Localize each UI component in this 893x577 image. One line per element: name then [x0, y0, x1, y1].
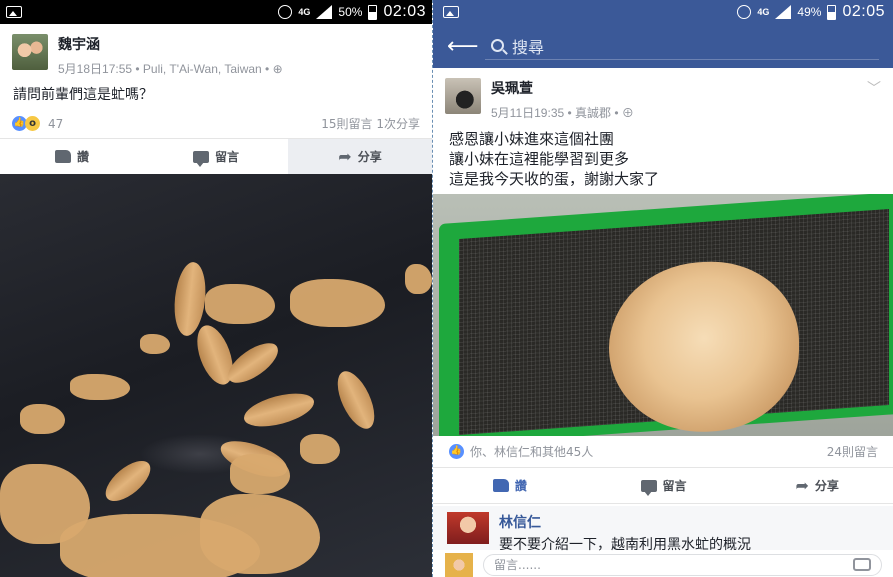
post-photo-eggs[interactable] — [433, 194, 893, 436]
post-meta: 5月18日17:55 • Puli, T'Ai-Wan, Taiwan • ⊕ — [58, 62, 283, 76]
share-label: 分享 — [814, 479, 839, 493]
post-header: 吳珮萱 5月11日19:35 • 真誠郡 • ⊕ ﹀ — [433, 68, 893, 125]
commenter-avatar[interactable] — [447, 512, 489, 544]
share-arrow-icon: ➦ — [338, 147, 352, 166]
comment-label: 留言 — [214, 150, 239, 164]
avatar[interactable] — [12, 34, 48, 70]
post-text: 請問前輩們這是虻嗎？ — [13, 87, 153, 103]
status-bar: 4G 50% 02:03 — [0, 0, 432, 24]
post-meta: 5月11日19:35 • 真誠郡 • ⊕ — [491, 106, 634, 120]
search-bar: ⟵ 搜尋 — [433, 24, 893, 68]
battery-icon — [827, 4, 837, 20]
debris — [205, 284, 275, 324]
comment-item: 林信仁 要不要介紹一下，越南利用黑水虻的概況 — [433, 506, 893, 553]
post-header: 魏宇涵 5月18日17:55 • Puli, T'Ai-Wan, Taiwan … — [0, 24, 432, 81]
share-button[interactable]: ➦ 分享 — [740, 468, 893, 503]
comments-shares-count[interactable]: 15則留言 1次分享 — [321, 115, 420, 132]
back-arrow-icon[interactable]: ⟵ — [447, 34, 479, 59]
larva — [240, 387, 318, 433]
like-reaction-icon[interactable]: 👍 — [449, 444, 464, 459]
share-arrow-icon: ➦ — [795, 476, 809, 495]
debris — [200, 494, 320, 574]
search-placeholder: 搜尋 — [512, 37, 545, 57]
larva — [98, 453, 158, 509]
debris — [405, 264, 432, 294]
debris — [20, 404, 65, 434]
egg-pile — [609, 255, 799, 436]
commenter-name[interactable]: 林信仁 — [499, 512, 751, 532]
thumbs-up-icon — [54, 150, 71, 163]
post-stats: 👍 o 47 15則留言 1次分享 — [0, 111, 432, 138]
alarm-icon — [278, 5, 293, 19]
debris — [70, 374, 130, 400]
likers-text[interactable]: 你、林信仁和其他45人 — [470, 443, 593, 460]
comment-button[interactable]: 留言 — [144, 139, 288, 174]
left-screenshot: 4G 50% 02:03 魏宇涵 5月18日17:55 • Puli, T'Ai… — [0, 0, 432, 577]
search-input[interactable]: 搜尋 — [485, 32, 879, 60]
like-label: 讚 — [514, 479, 527, 493]
like-button[interactable]: 讚 — [0, 139, 144, 174]
share-label: 分享 — [357, 150, 382, 164]
debris — [290, 279, 385, 327]
post-author[interactable]: 魏宇涵 — [58, 34, 283, 54]
comment-label: 留言 — [662, 479, 687, 493]
post-author[interactable]: 吳珮萱 — [491, 78, 634, 98]
wow-reaction-icon[interactable]: o — [25, 116, 40, 131]
search-icon — [491, 39, 504, 52]
post-text: 感恩讓小妹進來這個社團 讓小妹在這裡能學習到更多 這是我今天收的蛋，謝謝大家了 — [433, 125, 893, 193]
network-type: 4G — [757, 6, 770, 17]
mesh-screen — [459, 208, 889, 436]
like-button[interactable]: 讚 — [433, 468, 587, 503]
image-notification-icon — [6, 6, 22, 18]
comments-count[interactable]: 24則留言 — [827, 443, 878, 460]
action-bar: 讚 留言 ➦ 分享 — [433, 468, 893, 504]
action-bar: 讚 留言 ➦ 分享 — [0, 138, 432, 174]
like-label: 讚 — [76, 150, 89, 164]
comment-button[interactable]: 留言 — [587, 468, 741, 503]
reply-bar: 留言...... — [433, 552, 893, 577]
debris — [300, 434, 340, 464]
comment-text: 要不要介紹一下，越南利用黑水虻的概況 — [499, 537, 751, 553]
avatar[interactable] — [445, 78, 481, 114]
signal-icon — [316, 5, 333, 19]
network-type: 4G — [298, 6, 311, 17]
post-photo-larvae[interactable] — [0, 174, 432, 577]
thumbs-up-icon — [492, 479, 509, 492]
signal-icon — [775, 5, 792, 19]
post-text-line: 感恩讓小妹進來這個社團 — [449, 130, 615, 148]
reactions-count[interactable]: 47 — [48, 117, 63, 131]
alarm-icon — [737, 5, 752, 19]
status-bar: 4G 49% 02:05 — [433, 0, 893, 24]
post-text-line: 讓小妹在這裡能學習到更多 — [449, 150, 630, 168]
share-button[interactable]: ➦ 分享 — [288, 139, 432, 174]
debris — [230, 454, 290, 494]
image-notification-icon — [443, 6, 459, 18]
post-text-line: 這是我今天收的蛋，謝謝大家了 — [449, 170, 660, 188]
battery-percent: 50% — [338, 5, 363, 19]
post-stats: 👍 你、林信仁和其他45人 24則留言 — [433, 436, 893, 468]
current-user-avatar — [445, 552, 473, 577]
battery-icon — [368, 4, 378, 20]
right-screenshot: 4G 49% 02:05 ⟵ 搜尋 吳珮萱 5月11日19:35 • 真誠郡 •… — [432, 0, 893, 577]
comment-icon — [192, 150, 209, 167]
clock: 02:03 — [383, 3, 426, 20]
clock: 02:05 — [842, 3, 885, 20]
debris — [140, 334, 170, 354]
comment-placeholder: 留言...... — [494, 558, 541, 572]
comment-icon — [640, 479, 657, 496]
camera-icon[interactable] — [853, 558, 871, 571]
battery-percent: 49% — [797, 5, 822, 19]
comment-input[interactable]: 留言...... — [483, 553, 882, 576]
chevron-down-icon[interactable]: ﹀ — [867, 78, 881, 98]
larva — [330, 365, 382, 435]
